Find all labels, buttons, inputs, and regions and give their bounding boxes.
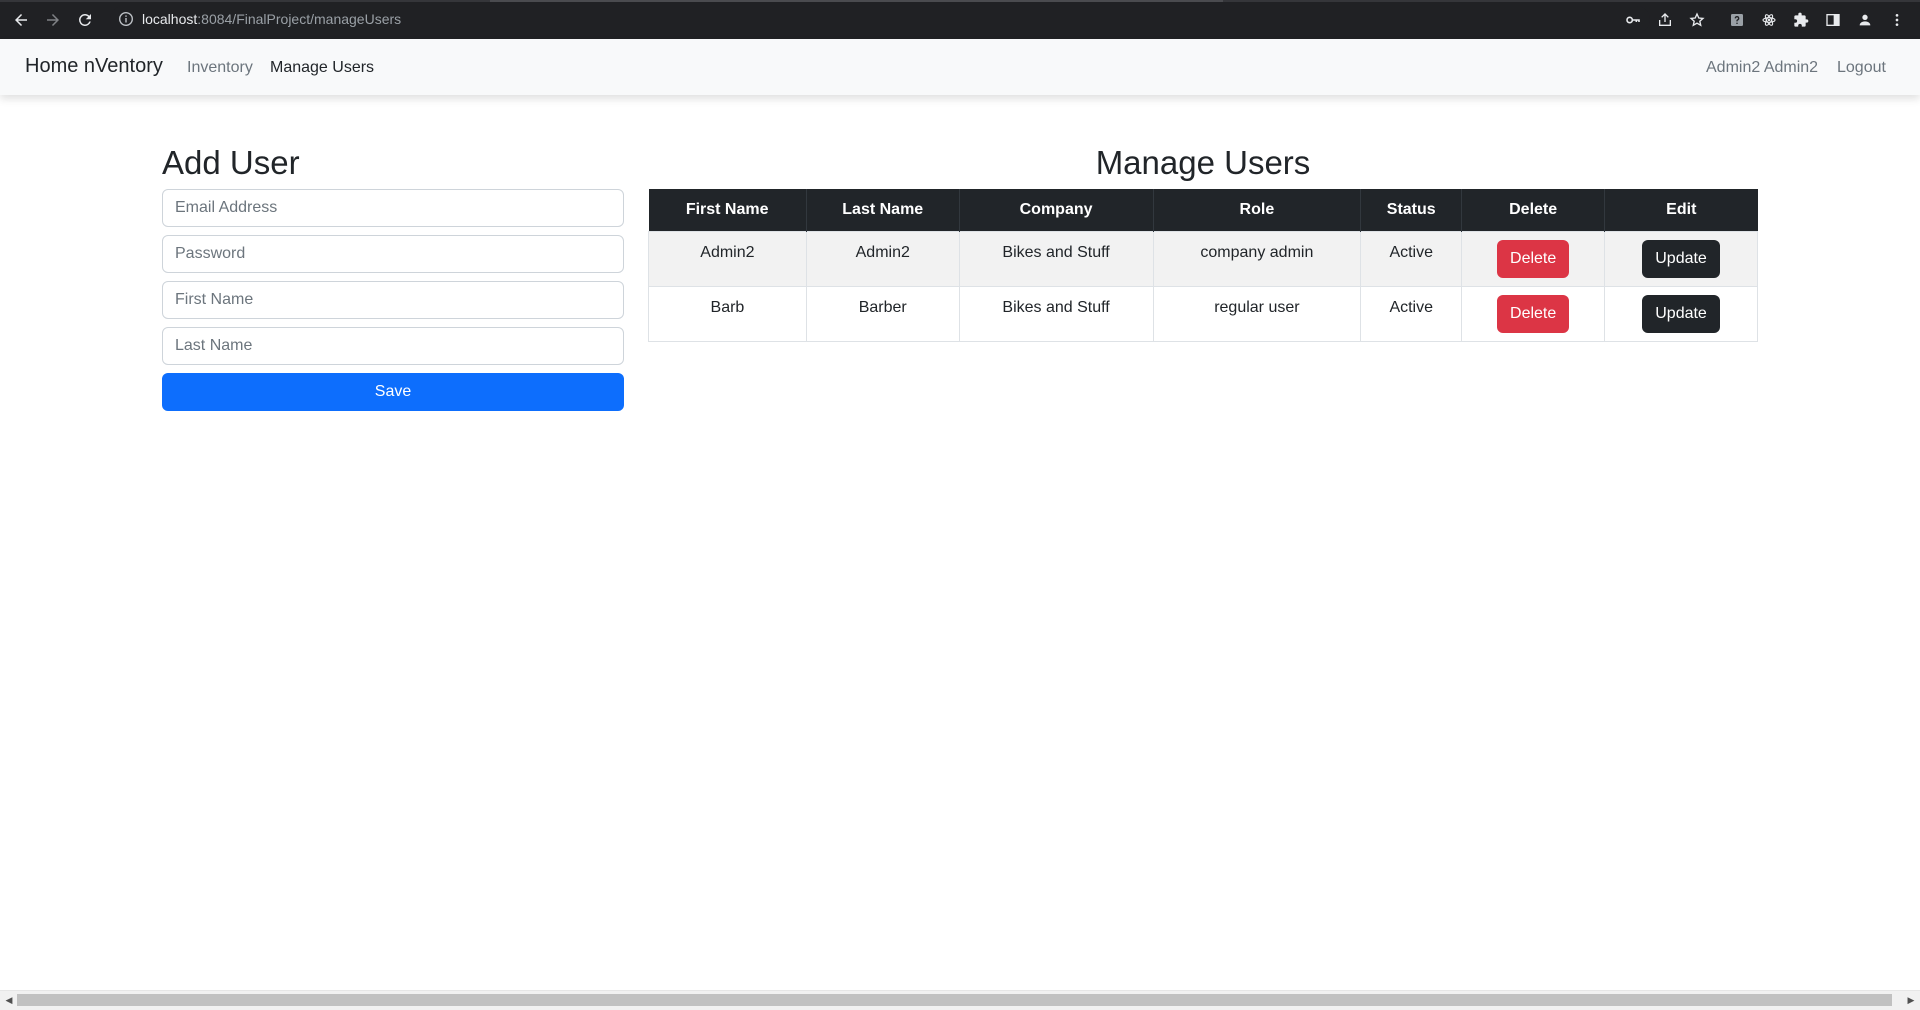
column-header-status: Status bbox=[1360, 189, 1463, 231]
nav-logout-link[interactable]: Logout bbox=[1837, 58, 1886, 77]
profile-icon[interactable] bbox=[1855, 10, 1875, 30]
url-path: :8084/FinalProject/manageUsers bbox=[197, 11, 402, 27]
app-navbar: Home nVentory Inventory Manage Users Adm… bbox=[0, 39, 1920, 95]
menu-dots-icon[interactable] bbox=[1887, 10, 1907, 30]
back-icon[interactable] bbox=[9, 8, 33, 32]
share-icon[interactable] bbox=[1655, 10, 1675, 30]
column-header-edit: Edit bbox=[1604, 189, 1758, 231]
brand-link[interactable]: Home nVentory bbox=[25, 54, 163, 78]
cell-edit: Update bbox=[1604, 285, 1758, 342]
scroll-right-arrow-icon[interactable]: ▶ bbox=[1905, 994, 1917, 1006]
key-icon[interactable] bbox=[1623, 10, 1643, 30]
tab-strip-edge bbox=[0, 0, 1920, 2]
nav-link-inventory[interactable]: Inventory bbox=[187, 58, 253, 77]
cell-last-name: Barber bbox=[805, 285, 960, 342]
last-name-field[interactable] bbox=[162, 327, 624, 365]
column-header-company: Company bbox=[959, 189, 1154, 231]
column-header-role: Role bbox=[1153, 189, 1362, 231]
nav-user-name[interactable]: Admin2 Admin2 bbox=[1706, 58, 1818, 77]
column-header-last-name: Last Name bbox=[806, 189, 960, 231]
email-field[interactable] bbox=[162, 189, 624, 227]
cell-company: Bikes and Stuff bbox=[958, 230, 1154, 287]
column-header-delete: Delete bbox=[1461, 189, 1606, 231]
scrollbar-thumb[interactable] bbox=[17, 994, 1892, 1006]
sidepanel-icon[interactable] bbox=[1823, 10, 1843, 30]
cell-edit: Update bbox=[1604, 230, 1758, 287]
update-user-button[interactable]: Update bbox=[1642, 239, 1721, 278]
delete-user-button[interactable]: Delete bbox=[1497, 294, 1570, 333]
manage-users-heading: Manage Users bbox=[1095, 144, 1311, 181]
forward-icon[interactable] bbox=[41, 8, 65, 32]
delete-user-button[interactable]: Delete bbox=[1497, 239, 1570, 278]
url-text[interactable]: localhost:8084/FinalProject/manageUsers bbox=[142, 11, 401, 28]
users-table: First Name Last Name Company Role Status… bbox=[648, 189, 1758, 342]
star-icon[interactable] bbox=[1687, 10, 1707, 30]
cell-company: Bikes and Stuff bbox=[958, 285, 1154, 342]
cell-role: regular user bbox=[1152, 285, 1362, 342]
cell-last-name: Admin2 bbox=[805, 230, 960, 287]
extension-question-icon[interactable] bbox=[1727, 10, 1747, 30]
save-button[interactable]: Save bbox=[162, 373, 624, 411]
url-host: localhost bbox=[142, 11, 198, 27]
cell-delete: Delete bbox=[1461, 285, 1606, 342]
cell-status: Active bbox=[1360, 230, 1463, 287]
password-field[interactable] bbox=[162, 235, 624, 273]
table-row: Admin2 Admin2 Bikes and Stuff company ad… bbox=[648, 230, 1758, 287]
horizontal-scrollbar[interactable]: ◀ ▶ bbox=[0, 990, 1920, 1010]
table-row: Barb Barber Bikes and Stuff regular user… bbox=[648, 285, 1758, 342]
reload-icon[interactable] bbox=[73, 8, 97, 32]
cell-first-name: Admin2 bbox=[648, 230, 807, 287]
nav-link-manage-users[interactable]: Manage Users bbox=[270, 58, 374, 77]
browser-toolbar: localhost:8084/FinalProject/manageUsers bbox=[0, 0, 1920, 39]
extension-atom-icon[interactable] bbox=[1759, 10, 1779, 30]
first-name-field[interactable] bbox=[162, 281, 624, 319]
column-header-first-name: First Name bbox=[648, 189, 807, 231]
cell-first-name: Barb bbox=[648, 285, 807, 342]
info-icon[interactable] bbox=[118, 11, 134, 27]
scroll-left-arrow-icon[interactable]: ◀ bbox=[3, 994, 15, 1006]
cell-role: company admin bbox=[1152, 230, 1362, 287]
address-bar[interactable]: localhost:8084/FinalProject/manageUsers bbox=[110, 6, 1650, 33]
table-header-row: First Name Last Name Company Role Status… bbox=[648, 189, 1758, 231]
cell-delete: Delete bbox=[1461, 230, 1606, 287]
cell-status: Active bbox=[1360, 285, 1463, 342]
add-user-heading: Add User bbox=[162, 144, 300, 181]
puzzle-icon[interactable] bbox=[1791, 10, 1811, 30]
update-user-button[interactable]: Update bbox=[1642, 294, 1721, 333]
